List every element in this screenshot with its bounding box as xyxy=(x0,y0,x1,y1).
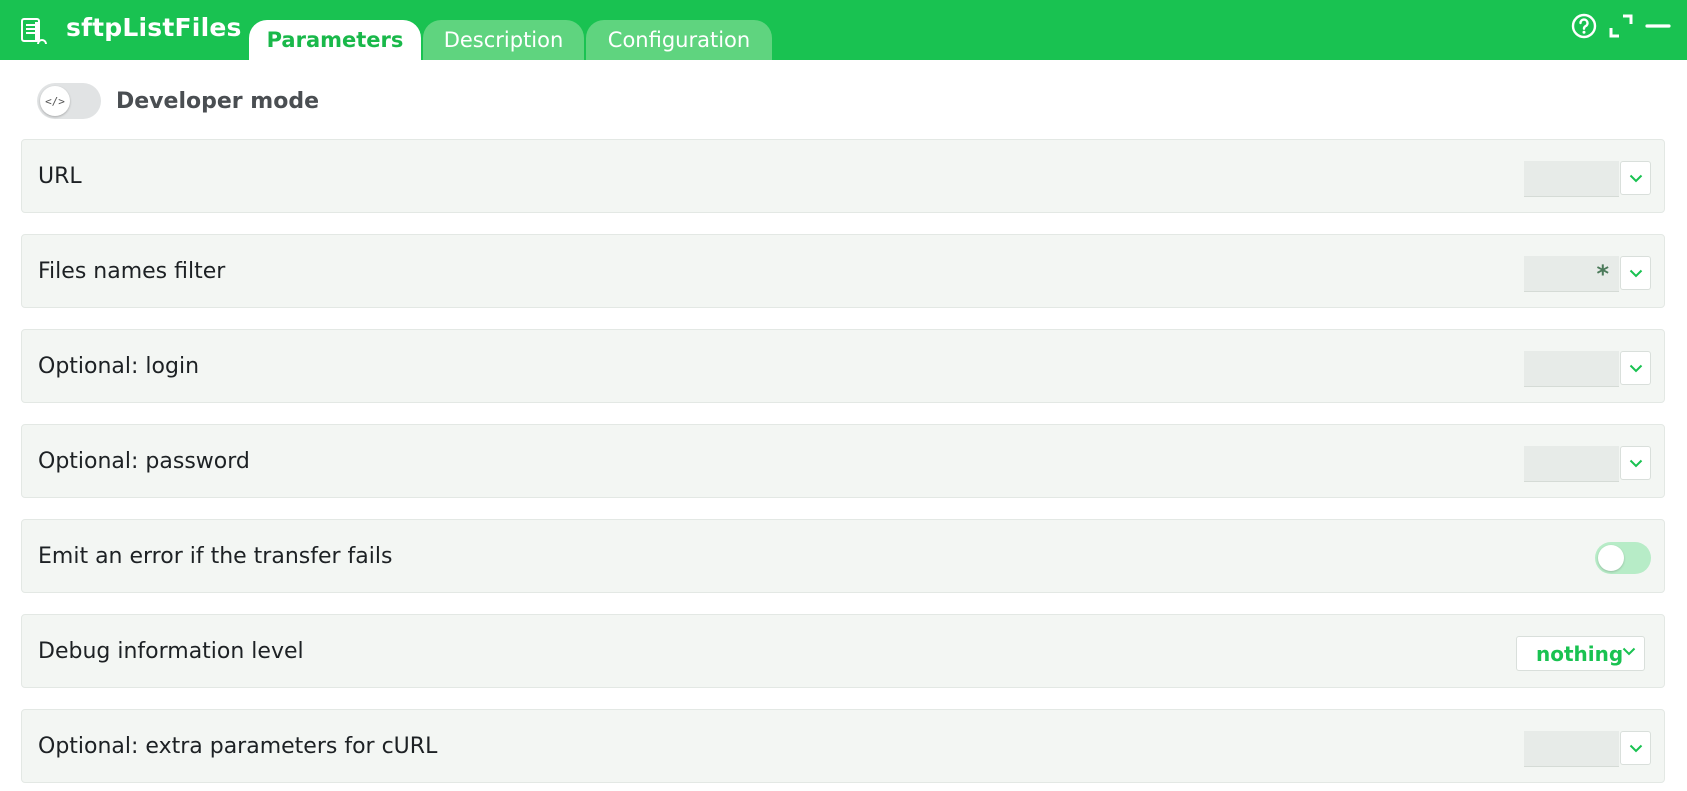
help-icon[interactable] xyxy=(1570,12,1598,40)
parameter-row-files-filter: Files names filter * xyxy=(21,234,1665,308)
file-list-icon xyxy=(21,18,47,45)
developer-mode-label: Developer mode xyxy=(116,88,319,114)
toggle-knob xyxy=(1598,545,1624,571)
parameter-row-password: Optional: password xyxy=(21,424,1665,498)
parameter-label: Emit an error if the transfer fails xyxy=(38,543,393,569)
curl-params-value-field[interactable] xyxy=(1524,731,1619,767)
app-title: sftpListFiles xyxy=(66,13,242,42)
tab-label: Configuration xyxy=(607,28,751,52)
parameter-label: Debug information level xyxy=(38,638,304,664)
parameter-row-debug-level: Debug information level nothing xyxy=(21,614,1665,688)
files-filter-dropdown-button[interactable] xyxy=(1620,256,1651,290)
password-dropdown-button[interactable] xyxy=(1620,446,1651,480)
url-value-field[interactable] xyxy=(1524,161,1619,197)
developer-mode-toggle[interactable]: </> xyxy=(37,83,101,119)
parameter-row-login: Optional: login xyxy=(21,329,1665,403)
curl-params-dropdown-button[interactable] xyxy=(1620,731,1651,765)
parameter-row-emit-error: Emit an error if the transfer fails xyxy=(21,519,1665,593)
debug-level-selected-value: nothing xyxy=(1536,641,1624,666)
chevron-down-icon xyxy=(1629,269,1642,277)
chevron-down-icon xyxy=(1629,744,1642,752)
chevron-down-icon xyxy=(1629,364,1642,372)
tab-parameters[interactable]: Parameters xyxy=(249,20,421,60)
parameter-label: URL xyxy=(38,163,82,189)
code-icon: </> xyxy=(40,86,70,116)
tab-description[interactable]: Description xyxy=(423,20,584,60)
chevron-down-icon xyxy=(1629,174,1642,182)
tab-label: Description xyxy=(443,28,564,52)
tab-configuration[interactable]: Configuration xyxy=(586,20,772,60)
parameter-label: Files names filter xyxy=(38,258,226,284)
minimize-icon[interactable] xyxy=(1644,12,1672,40)
fullscreen-icon[interactable] xyxy=(1607,12,1635,40)
parameter-row-url: URL xyxy=(21,139,1665,213)
login-dropdown-button[interactable] xyxy=(1620,351,1651,385)
login-value-field[interactable] xyxy=(1524,351,1619,387)
parameter-row-curl-params: Optional: extra parameters for cURL xyxy=(21,709,1665,783)
chevron-down-icon xyxy=(1629,459,1642,467)
parameter-label: Optional: login xyxy=(38,353,200,379)
emit-error-toggle[interactable] xyxy=(1595,542,1651,574)
files-filter-value-field[interactable]: * xyxy=(1524,256,1619,292)
debug-level-select[interactable]: nothing xyxy=(1516,636,1645,671)
url-dropdown-button[interactable] xyxy=(1620,161,1651,195)
top-bar: sftpListFiles Parameters Description Con… xyxy=(0,0,1687,60)
chevron-down-icon xyxy=(1622,647,1636,656)
developer-mode-control: </> Developer mode xyxy=(37,82,319,120)
password-value-field[interactable] xyxy=(1524,446,1619,482)
tab-label: Parameters xyxy=(266,28,404,52)
parameter-label: Optional: extra parameters for cURL xyxy=(38,733,438,759)
parameter-label: Optional: password xyxy=(38,448,250,474)
